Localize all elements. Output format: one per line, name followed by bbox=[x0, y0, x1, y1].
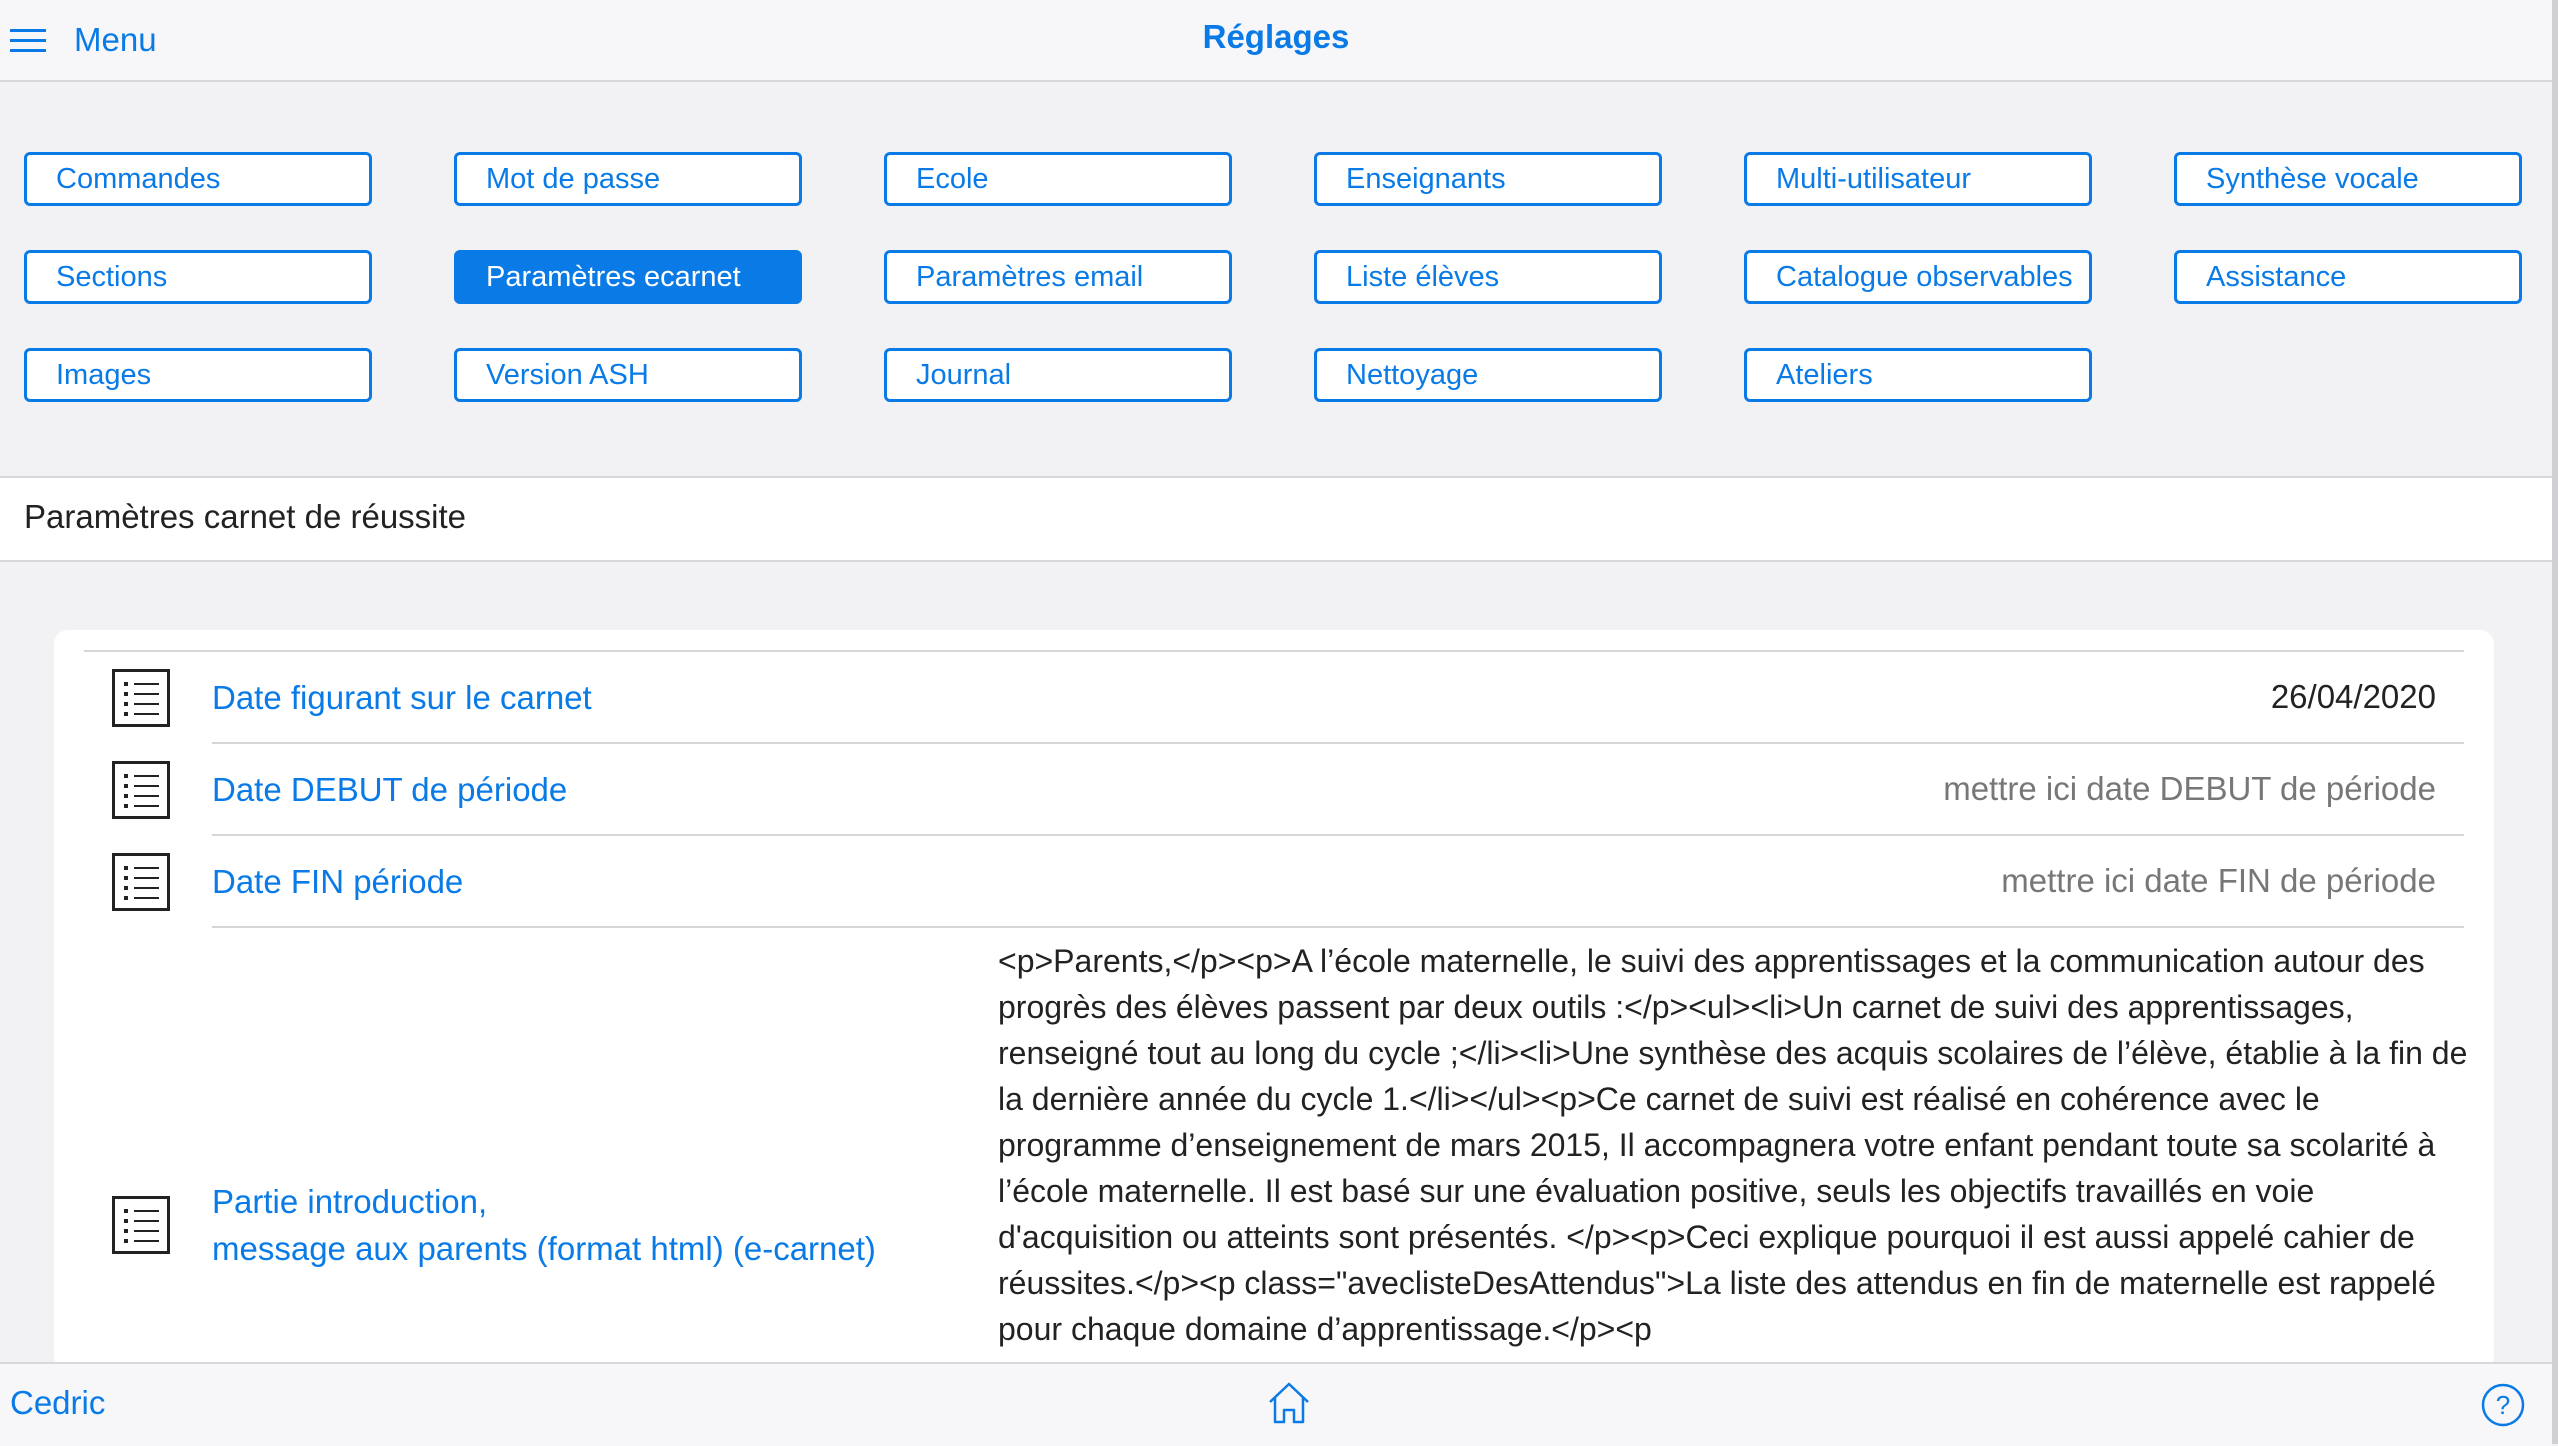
version-ash-button[interactable]: Version ASH bbox=[454, 348, 802, 402]
setting-row-date-fin[interactable]: Date FIN période mettre ici date FIN de … bbox=[54, 836, 2494, 928]
page-title: Réglages bbox=[1202, 18, 1350, 55]
setting-value: mettre ici date DEBUT de période bbox=[1943, 770, 2436, 807]
home-icon[interactable] bbox=[1264, 1378, 1314, 1428]
list-icon bbox=[112, 1196, 170, 1254]
setting-label: Date figurant sur le carnet bbox=[212, 679, 592, 716]
section-header: Paramètres carnet de réussite bbox=[0, 476, 2552, 562]
list-icon bbox=[112, 853, 170, 911]
section-title: Paramètres carnet de réussite bbox=[24, 498, 467, 535]
images-button[interactable]: Images bbox=[24, 348, 372, 402]
setting-row-introduction[interactable]: Partie introduction, message aux parents… bbox=[54, 938, 2494, 1370]
user-name[interactable]: Cedric bbox=[10, 1384, 105, 1422]
settings-card: Date figurant sur le carnet 26/04/2020 D… bbox=[54, 630, 2494, 1370]
catalogue-observables-button[interactable]: Catalogue observables bbox=[1744, 250, 2092, 304]
help-icon[interactable]: ? bbox=[2480, 1382, 2526, 1428]
list-icon bbox=[112, 669, 170, 727]
setting-label: Date DEBUT de période bbox=[212, 771, 568, 808]
setting-value: mettre ici date FIN de période bbox=[2001, 862, 2436, 899]
setting-label-line1: Partie introduction, bbox=[212, 1183, 488, 1220]
scrollbar[interactable] bbox=[2552, 0, 2558, 1444]
introduction-html-text: <p>Parents,</p><p>A l’école maternelle, … bbox=[998, 943, 2468, 1347]
ateliers-button[interactable]: Ateliers bbox=[1744, 348, 2092, 402]
list-icon bbox=[112, 761, 170, 819]
divider bbox=[212, 926, 2464, 928]
setting-label: Date FIN période bbox=[212, 863, 464, 900]
svg-text:?: ? bbox=[2496, 1390, 2510, 1420]
setting-label: Partie introduction, message aux parents… bbox=[212, 1178, 876, 1272]
ecole-button[interactable]: Ecole bbox=[884, 152, 1232, 206]
setting-value: 26/04/2020 bbox=[2270, 678, 2436, 715]
commandes-button[interactable]: Commandes bbox=[24, 152, 372, 206]
top-bar: Menu Réglages bbox=[0, 0, 2552, 82]
settings-buttons-grid: Commandes Mot de passe Ecole Enseignants… bbox=[0, 82, 2552, 476]
multi-utilisateur-button[interactable]: Multi-utilisateur bbox=[1744, 152, 2092, 206]
nettoyage-button[interactable]: Nettoyage bbox=[1314, 348, 1662, 402]
setting-row-date-carnet[interactable]: Date figurant sur le carnet 26/04/2020 bbox=[54, 652, 2494, 744]
sections-button[interactable]: Sections bbox=[24, 250, 372, 304]
mot-de-passe-button[interactable]: Mot de passe bbox=[454, 152, 802, 206]
enseignants-button[interactable]: Enseignants bbox=[1314, 152, 1662, 206]
synthese-vocale-button[interactable]: Synthèse vocale bbox=[2174, 152, 2522, 206]
journal-button[interactable]: Journal bbox=[884, 348, 1232, 402]
setting-row-date-debut[interactable]: Date DEBUT de période mettre ici date DE… bbox=[54, 744, 2494, 836]
assistance-button[interactable]: Assistance bbox=[2174, 250, 2522, 304]
setting-label-line2: message aux parents (format html) (e-car… bbox=[212, 1230, 876, 1267]
bottom-bar: Cedric ? bbox=[0, 1362, 2552, 1446]
parametres-ecarnet-button[interactable]: Paramètres ecarnet bbox=[454, 250, 802, 304]
parametres-email-button[interactable]: Paramètres email bbox=[884, 250, 1232, 304]
liste-eleves-button[interactable]: Liste élèves bbox=[1314, 250, 1662, 304]
